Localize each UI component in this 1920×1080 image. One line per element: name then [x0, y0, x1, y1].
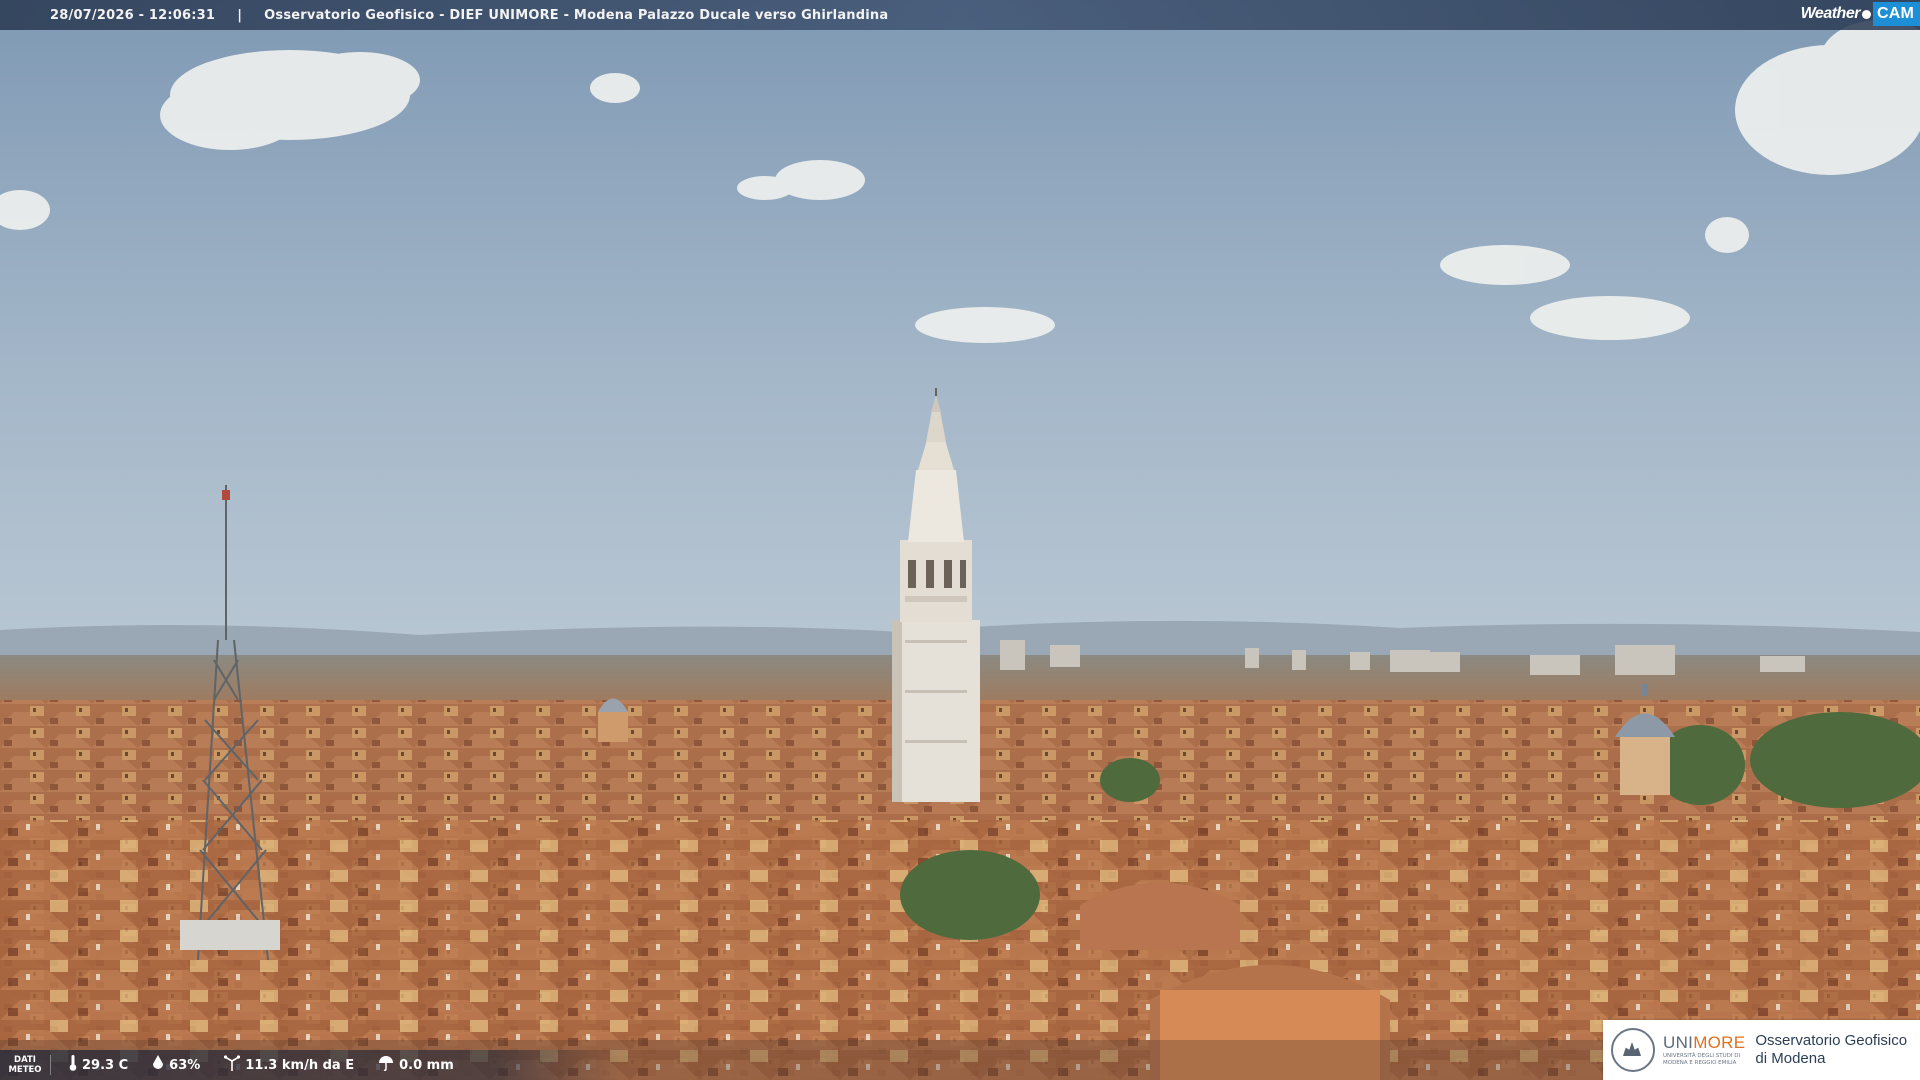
observatory-logo: UNIMORE UNIVERSITÀ DEGLI STUDI DI MODENA… [1603, 1020, 1920, 1080]
weathercam-logo: Weather CAM [1801, 0, 1920, 28]
rain-value: 0.0 mm [399, 1057, 454, 1073]
caption-bar: 28/07/2026 - 12:06:31 | Osservatorio Geo… [0, 0, 1920, 30]
unimore-subtitle-line2: MODENA E REGGIO EMILIA [1663, 1060, 1737, 1066]
weather-data-label-line1: DATI [14, 1055, 36, 1065]
anemometer-icon [224, 1055, 241, 1075]
brand-dot-icon [1861, 9, 1871, 19]
observatory-name-line2: di Modena [1755, 1050, 1826, 1067]
wind-value: 11.3 km/h da E [245, 1057, 355, 1073]
unimore-uni: UNI [1663, 1033, 1694, 1052]
timestamp: 28/07/2026 - 12:06:31 [50, 7, 216, 23]
umbrella-icon [378, 1055, 394, 1075]
thermometer-icon [69, 1055, 77, 1075]
droplet-icon [152, 1055, 164, 1075]
unimore-subtitle-line1: UNIVERSITÀ DEGLI STUDI DI [1663, 1053, 1741, 1059]
unimore-wordmark: UNIMORE UNIVERSITÀ DEGLI STUDI DI MODENA… [1663, 1033, 1745, 1067]
humidity-reading: 63% [152, 1055, 200, 1075]
weather-data-label: DATI METEO [0, 1055, 51, 1075]
camera-title: Osservatorio Geofisico - DIEF UNIMORE - … [264, 7, 889, 23]
weather-data-label-line2: METEO [8, 1065, 42, 1075]
wind-reading: 11.3 km/h da E [224, 1055, 354, 1075]
caption-separator: | [237, 7, 243, 23]
weather-data-bar: DATI METEO 29.3 C 63% 11.3 km/h da E 0.0… [0, 1050, 620, 1080]
unimore-more: MORE [1693, 1033, 1746, 1052]
webcam-image [0, 0, 1920, 1080]
rain-reading: 0.0 mm [378, 1055, 454, 1075]
temperature-reading: 29.3 C [69, 1055, 128, 1075]
university-seal-icon [1611, 1028, 1655, 1072]
temperature-value: 29.3 C [82, 1057, 129, 1073]
brand-weather-text: Weather [1800, 5, 1861, 22]
brand-cam-text: CAM [1872, 2, 1920, 26]
observatory-name-line1: Osservatorio Geofisico [1755, 1032, 1908, 1049]
observatory-name: Osservatorio Geofisico di Modena [1755, 1032, 1907, 1068]
humidity-value: 63% [169, 1057, 201, 1073]
